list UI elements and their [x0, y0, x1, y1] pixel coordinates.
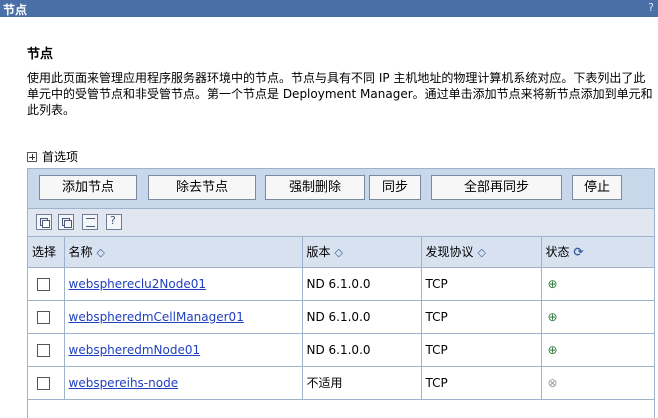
row-checkbox[interactable] — [37, 310, 50, 324]
status-running-icon: ⊕ — [547, 342, 558, 357]
nodes-collection-panel: 添加节点 除去节点 强制删除 同步 全部再同步 停止 ? 选择 名称 ◇ 版本 ◇ … — [27, 168, 655, 418]
col-version[interactable]: 版本 ◇ — [302, 237, 422, 268]
sync-button[interactable]: 同步 — [369, 175, 421, 200]
page-title: 节点 — [27, 47, 54, 62]
table-row: websphereclu2Node01 ND 6.1.0.0 TCP ⊕ — [28, 267, 654, 301]
table-row: webspheredmCellManager01 ND 6.1.0.0 TCP … — [28, 300, 654, 334]
col-name[interactable]: 名称 ◇ — [64, 237, 303, 268]
node-version: ND 6.1.0.0 — [302, 333, 422, 367]
sort-icon[interactable]: ◇ — [335, 246, 343, 259]
preferences-toggle[interactable]: 首选项 — [27, 148, 78, 165]
add-node-button[interactable]: 添加节点 — [39, 175, 137, 200]
status-unknown-icon: ⊗ — [547, 375, 558, 390]
table-row: webspheredmNode01 ND 6.1.0.0 TCP ⊕ — [28, 333, 654, 367]
select-all-icon[interactable] — [36, 214, 52, 230]
sort-icon[interactable]: ◇ — [97, 246, 105, 259]
selection-toolbar: ? — [28, 209, 654, 237]
plus-box-icon[interactable] — [27, 152, 37, 162]
node-protocol: TCP — [421, 267, 542, 301]
table-row: webspereihs-node 不适用 TCP ⊗ — [28, 366, 654, 400]
table-header-row: 选择 名称 ◇ 版本 ◇ 发现协议 ◇ 状态 ⟳ — [28, 237, 654, 268]
row-checkbox[interactable] — [37, 343, 50, 357]
node-link[interactable]: webspheredmNode01 — [69, 343, 201, 357]
show-filter-icon[interactable] — [82, 214, 98, 230]
stop-button[interactable]: 停止 — [572, 175, 622, 200]
preferences-label[interactable]: 首选项 — [42, 150, 78, 164]
node-version: ND 6.1.0.0 — [302, 300, 422, 334]
clear-filter-icon[interactable]: ? — [106, 214, 122, 230]
force-delete-button[interactable]: 强制删除 — [265, 175, 365, 200]
status-running-icon: ⊕ — [547, 276, 558, 291]
node-version: 不适用 — [302, 366, 422, 400]
remove-node-button[interactable]: 除去节点 — [148, 175, 256, 200]
sort-icon[interactable]: ◇ — [478, 246, 486, 259]
button-bar: 添加节点 除去节点 强制删除 同步 全部再同步 停止 — [28, 169, 654, 209]
node-version: ND 6.1.0.0 — [302, 267, 422, 301]
deselect-all-icon[interactable] — [58, 214, 74, 230]
page-description: 使用此页面来管理应用程序服务器环境中的节点。节点与具有不同 IP 主机地址的物理… — [27, 71, 653, 117]
node-protocol: TCP — [421, 366, 542, 400]
full-resync-button[interactable]: 全部再同步 — [431, 175, 562, 200]
node-link[interactable]: websphereclu2Node01 — [69, 277, 206, 291]
titlebar: 节点 ? — [0, 0, 658, 17]
status-running-icon: ⊕ — [547, 309, 558, 324]
row-checkbox[interactable] — [37, 277, 50, 291]
col-status[interactable]: 状态 ⟳ — [541, 237, 654, 268]
node-link[interactable]: webspereihs-node — [69, 376, 179, 390]
col-select: 选择 — [28, 237, 65, 268]
nodes-table: 选择 名称 ◇ 版本 ◇ 发现协议 ◇ 状态 ⟳ websphereclu2Node01… — [28, 237, 654, 400]
col-protocol[interactable]: 发现协议 ◇ — [421, 237, 542, 268]
titlebar-title: 节点 — [3, 3, 28, 17]
help-icon[interactable]: ? — [648, 1, 654, 14]
node-protocol: TCP — [421, 300, 542, 334]
refresh-sort-icon[interactable]: ⟳ — [574, 245, 584, 259]
node-protocol: TCP — [421, 333, 542, 367]
node-link[interactable]: webspheredmCellManager01 — [69, 310, 244, 324]
row-checkbox[interactable] — [37, 376, 50, 390]
